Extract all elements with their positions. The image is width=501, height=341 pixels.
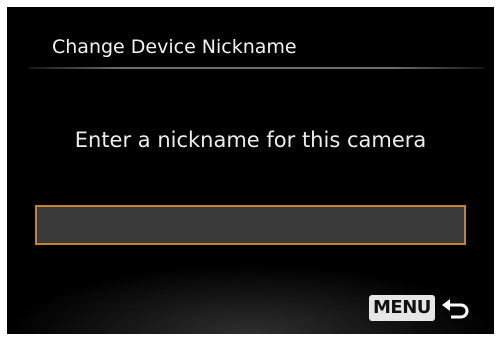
return-arrow-icon — [441, 299, 469, 319]
camera-screen: Change Device Nickname Enter a nickname … — [7, 7, 494, 334]
nickname-input[interactable] — [35, 205, 466, 245]
title-divider — [29, 67, 484, 69]
screen-title: Change Device Nickname — [52, 36, 297, 58]
menu-back-button[interactable]: MENU — [369, 295, 471, 321]
menu-button-label: MENU — [369, 295, 435, 321]
nickname-prompt: Enter a nickname for this camera — [74, 128, 427, 152]
